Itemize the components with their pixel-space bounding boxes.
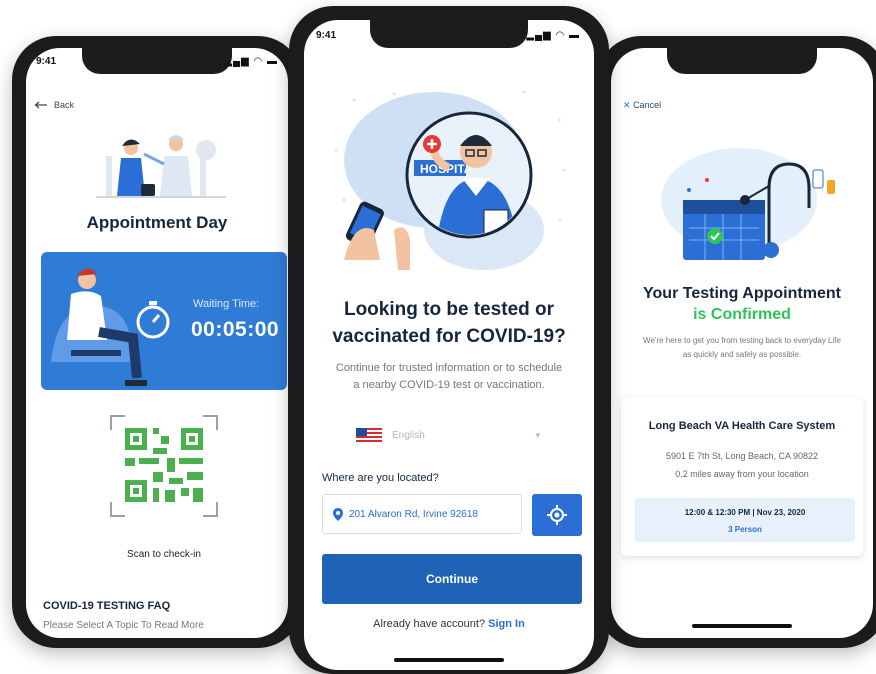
chevron-down-icon: ▾ (535, 430, 540, 440)
location-address: 5901 E 7th St, Long Beach, CA 90822 (665, 451, 819, 461)
map-pin-icon (333, 507, 343, 521)
continue-button[interactable]: Continue (322, 554, 582, 604)
faq-title[interactable]: COVID-19 TESTING FAQ (43, 600, 170, 612)
location-value: 201 Alvaron Rd, Irvine 92618 (349, 508, 478, 520)
doctor-hospital-illustration: HOSPITA (334, 90, 566, 270)
back-label: Back (54, 100, 75, 110)
language-select[interactable]: English ▾ (356, 428, 540, 443)
nurse-testing-illustration (96, 135, 226, 198)
onboarding-title: Looking to be tested or vaccinated for C… (304, 296, 594, 350)
notch (82, 48, 232, 74)
confirmation-title-line2: is Confirmed (693, 306, 791, 323)
screen-confirmation: ✕ Cancel Your Testing Appointment is Con… (611, 48, 873, 638)
waiting-time-value: 00:05:00 (191, 318, 280, 341)
confirmation-title-line1: Your Testing Appointment (643, 285, 841, 302)
cancel-label: Cancel (633, 100, 662, 110)
cancel-button[interactable]: ✕ Cancel (623, 100, 661, 111)
confirmation-subtitle: We're here to get you from testing back … (643, 336, 841, 359)
location-input[interactable]: 201 Alvaron Rd, Irvine 92618 (322, 494, 522, 534)
testing-location-card[interactable]: Long Beach VA Health Care System 5901 E … (621, 398, 863, 556)
screen-onboarding: 9:41 ▂▄▆ ◠ ▬ HOSPITA Looking to be teste… (304, 20, 594, 670)
close-icon: ✕ (623, 100, 631, 110)
back-button[interactable]: Back (34, 100, 74, 110)
page-title: Appointment Day (86, 213, 228, 232)
notch (370, 20, 528, 48)
appointment-time-box: 12:00 & 12:30 PM | Nov 23, 2020 3 Person (635, 498, 855, 542)
status-time: 9:41 (36, 56, 57, 67)
status-icons: ▂▄▆ ◠ ▬ (526, 30, 580, 41)
stopwatch-icon (136, 301, 170, 339)
waiting-time-card: Waiting Time: 00:05:00 (41, 252, 287, 390)
home-indicator[interactable] (394, 658, 504, 662)
language-value: English (392, 430, 425, 441)
account-prompt: Already have account? (373, 618, 486, 630)
home-indicator[interactable] (692, 624, 792, 628)
appointment-persons: 3 Person (728, 525, 762, 534)
status-time: 9:41 (316, 30, 337, 41)
phone-appointment-day: 9:41 ▂▄▆ ◠ ▬ Back Appointment Day Waitin… (12, 36, 302, 648)
screen-appointment-day: 9:41 ▂▄▆ ◠ ▬ Back Appointment Day Waitin… (26, 48, 288, 638)
qr-code-icon[interactable] (109, 414, 219, 518)
onboarding-title-line2: vaccinated for COVID-19? (332, 326, 566, 347)
qr-checkin-area: Scan to check-in (41, 404, 287, 584)
crosshair-icon (547, 505, 567, 525)
signin-link[interactable]: Sign In (488, 618, 525, 630)
location-name: Long Beach VA Health Care System (648, 420, 836, 432)
appointment-time: 12:00 & 12:30 PM | Nov 23, 2020 (684, 508, 806, 517)
locate-me-button[interactable] (532, 494, 582, 536)
phone-confirmation: ✕ Cancel Your Testing Appointment is Con… (597, 36, 876, 648)
location-label: Where are you located? (322, 472, 439, 484)
arrow-left-icon (34, 101, 47, 109)
phone-onboarding: 9:41 ▂▄▆ ◠ ▬ HOSPITA Looking to be teste… (289, 6, 609, 674)
us-flag-icon (356, 428, 382, 443)
notch (667, 48, 817, 74)
onboarding-title-line1: Looking to be tested or (343, 299, 555, 320)
scan-label: Scan to check-in (127, 549, 201, 560)
onboarding-subtitle: Continue for trusted information or to s… (335, 362, 563, 391)
waiting-time-label: Waiting Time: (193, 298, 260, 310)
confirmation-title: Your Testing Appointment is Confirmed (611, 283, 873, 325)
location-distance: 0.2 miles away from your location (675, 469, 809, 479)
faq-subtitle: Please Select A Topic To Read More (43, 620, 204, 631)
status-icons: ▂▄▆ ◠ ▬ (224, 56, 278, 67)
signin-prompt: Already have account? Sign In (304, 618, 594, 630)
calendar-stethoscope-illustration (661, 148, 835, 260)
